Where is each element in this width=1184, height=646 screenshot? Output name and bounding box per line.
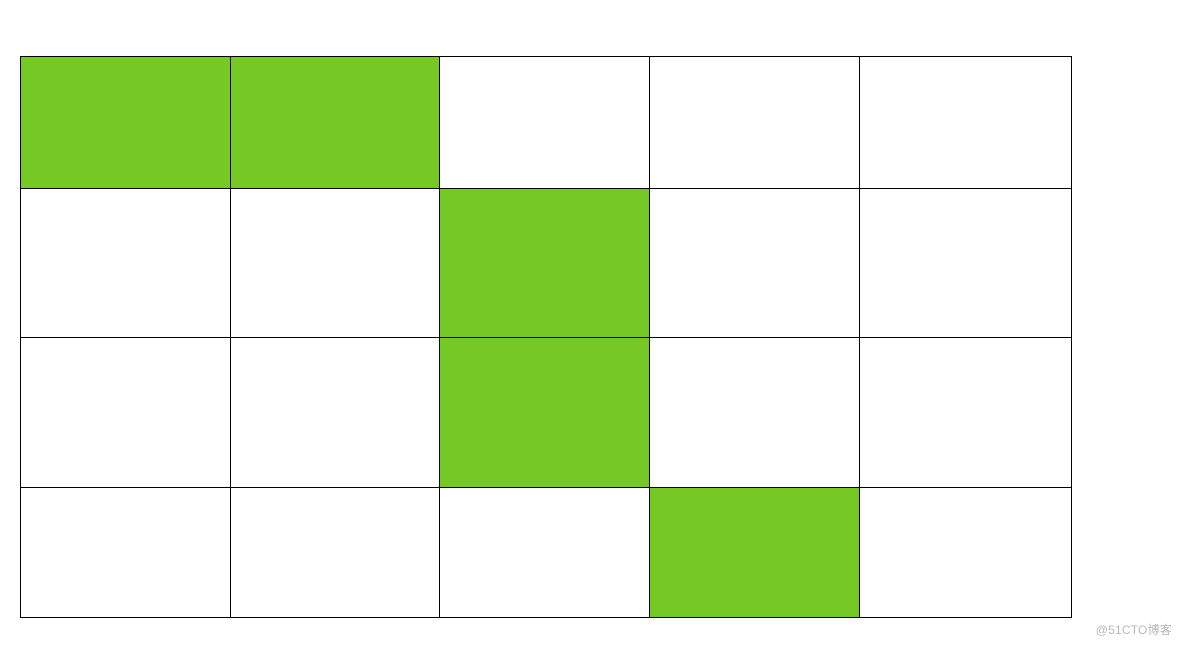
grid-cell-r0-c3 [650,57,860,189]
grid-cell-r1-c2 [440,189,650,338]
grid-cell-r2-c1 [231,338,440,488]
grid-cell-r2-c3 [650,338,860,488]
grid-cell-r2-c2 [440,338,650,488]
grid-cell-r2-c4 [860,338,1072,488]
grid-cell-r1-c1 [231,189,440,338]
grid-cell-r0-c4 [860,57,1072,189]
grid-cell-r0-c2 [440,57,650,189]
grid-table [20,56,1072,618]
grid-cell-r3-c4 [860,488,1072,618]
grid-cell-r3-c3 [650,488,860,618]
grid-cell-r0-c1 [231,57,440,189]
grid-cell-r1-c4 [860,189,1072,338]
watermark-text: @51CTO博客 [1096,621,1172,638]
grid-cell-r3-c2 [440,488,650,618]
grid-cell-r3-c0 [21,488,231,618]
grid-cell-r1-c3 [650,189,860,338]
grid-container [20,56,1072,618]
grid-cell-r1-c0 [21,189,231,338]
grid-cell-r3-c1 [231,488,440,618]
grid-cell-r0-c0 [21,57,231,189]
grid-cell-r2-c0 [21,338,231,488]
